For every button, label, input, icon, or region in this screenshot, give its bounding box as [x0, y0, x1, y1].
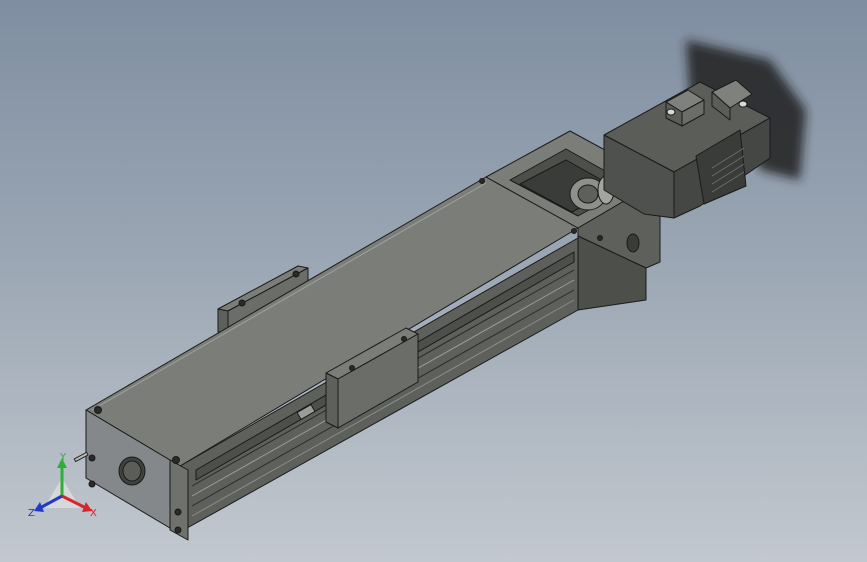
- assembly-scene: Y X Z: [28, 40, 806, 541]
- adapter-bore: [626, 233, 640, 253]
- linear-actuator-assembly[interactable]: Y X Z: [28, 40, 806, 541]
- actuator-body: [73, 176, 579, 541]
- triad-x-label: X: [90, 508, 97, 519]
- triad-y-label: Y: [59, 452, 67, 463]
- cad-viewport[interactable]: Y X Z: [0, 0, 867, 562]
- triad-z-label: Z: [28, 508, 35, 519]
